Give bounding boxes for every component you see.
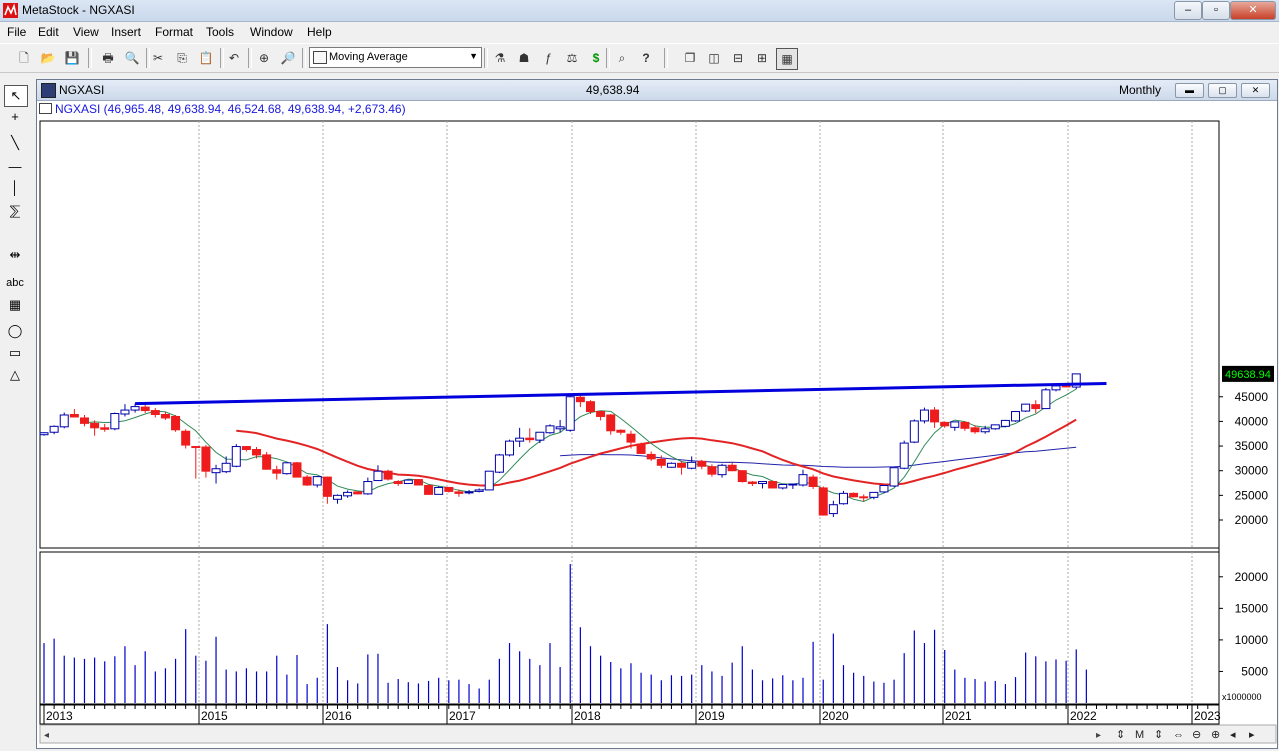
periodicity-label: Monthly	[1119, 83, 1162, 97]
toolbar-separator	[606, 48, 610, 68]
triangle-tool-icon[interactable]: △	[4, 365, 26, 385]
metastock-logo-icon	[3, 3, 18, 18]
tile-horizontal-icon[interactable]: ⊟	[728, 48, 748, 68]
chevron-down-icon: ▼	[469, 51, 478, 61]
pointer-icon[interactable]: ↖	[4, 85, 28, 107]
menu-edit[interactable]: Edit	[38, 25, 59, 39]
minimize-button[interactable]: –	[1174, 1, 1202, 20]
menu-file[interactable]: File	[7, 25, 26, 39]
chart-window: NGXASI 49,638.94 Monthly ▬ ▢ ✕ NGXASI (4…	[36, 79, 1278, 749]
paste-icon[interactable]: 📋	[196, 48, 216, 68]
menu-view[interactable]: View	[73, 25, 99, 39]
crosshair-tool-icon[interactable]: +	[4, 107, 26, 127]
chart-properties-icon[interactable]: ▦	[776, 48, 798, 70]
binoculars-icon[interactable]: ⌕	[612, 48, 632, 68]
main-toolbar: 🗋 📂 💾 🖶 🔍 ✂ ⎘ 📋 ↶ ⊕ 🔎 ⚗ ☗ ƒ ⚖ $ ⌕ ? ❐ ◫ …	[0, 43, 1279, 73]
horizontal-line-icon[interactable]: —	[4, 157, 26, 177]
indicator-dropdown[interactable]: Moving Average ▼	[309, 47, 482, 68]
menu-format[interactable]: Format	[155, 25, 193, 39]
cascade-windows-icon[interactable]: ❐	[680, 48, 700, 68]
drawing-toolbar: ↖ + ╲ — │ ⅀ ⇹ abc ▦ ◯ ▭ △	[0, 79, 31, 751]
menu-window[interactable]: Window	[250, 25, 293, 39]
chart-info-line[interactable]: NGXASI (46,965.48, 49,638.94, 46,524.68,…	[39, 102, 406, 116]
app-titlebar: MetaStock - NGXASI – ▫ ✕	[0, 0, 1279, 22]
chart-window-titlebar: NGXASI 49,638.94 Monthly ▬ ▢ ✕	[37, 80, 1277, 101]
system-tester-icon[interactable]: ⚖	[562, 48, 582, 68]
dollar-icon[interactable]: $	[586, 48, 606, 68]
menu-insert[interactable]: Insert	[111, 25, 141, 39]
cut-icon[interactable]: ✂	[148, 48, 168, 68]
chart-minimize-button[interactable]: ▬	[1175, 83, 1204, 98]
print-preview-icon[interactable]: 🔍	[122, 48, 142, 68]
indicator-dropdown-value: Moving Average	[329, 51, 408, 63]
menu-bar: File Edit View Insert Format Tools Windo…	[0, 22, 1279, 42]
undo-icon[interactable]: ↶	[224, 48, 244, 68]
copy-icon[interactable]: ⎘	[172, 48, 192, 68]
explorer-icon[interactable]: ☗	[514, 48, 534, 68]
indicator-chart-icon	[313, 51, 327, 64]
vertical-line-icon[interactable]: │	[4, 178, 26, 198]
chart-close-button[interactable]: ✕	[1241, 83, 1270, 98]
rectangle-tool-icon[interactable]: ▭	[4, 343, 26, 363]
tile-grid-icon[interactable]: ⊞	[752, 48, 772, 68]
zoom-icon[interactable]: 🔎	[278, 48, 298, 68]
toolbar-separator	[664, 48, 668, 68]
inner-window-icon	[39, 103, 52, 114]
toolbar-separator	[248, 48, 252, 68]
indicator-builder-icon[interactable]: ƒ	[538, 48, 558, 68]
toolbar-separator	[88, 48, 92, 68]
expert-advisor-icon[interactable]: ⚗	[490, 48, 510, 68]
open-folder-icon[interactable]: 📂	[38, 48, 58, 68]
ohlc-readout: NGXASI (46,965.48, 49,638.94, 46,524.68,…	[55, 102, 406, 116]
app-title: MetaStock - NGXASI	[22, 3, 135, 17]
print-icon[interactable]: 🖶	[98, 48, 118, 68]
ellipse-tool-icon[interactable]: ◯	[4, 321, 26, 341]
new-file-icon[interactable]: 🗋	[14, 48, 34, 68]
crosshair-icon[interactable]: ⊕	[254, 48, 274, 68]
maximize-button[interactable]: ▫	[1202, 1, 1230, 20]
chart-symbol: NGXASI	[59, 83, 105, 97]
last-price: 49,638.94	[586, 83, 640, 97]
cycle-lines-icon[interactable]: ⇹	[4, 245, 26, 265]
chart-window-icon	[41, 83, 56, 98]
text-tool-icon[interactable]: abc	[4, 273, 26, 293]
chart-restore-button[interactable]: ▢	[1208, 83, 1237, 98]
close-button[interactable]: ✕	[1230, 1, 1276, 20]
toolbar-separator	[302, 48, 306, 68]
save-icon[interactable]: 💾	[62, 48, 82, 68]
toolbar-separator	[484, 48, 488, 68]
help-pointer-icon[interactable]: ?	[636, 48, 656, 68]
menu-help[interactable]: Help	[307, 25, 332, 39]
grid-tool-icon[interactable]: ▦	[4, 295, 26, 315]
trendline-tool-icon[interactable]: ╲	[4, 133, 26, 153]
tile-vertical-icon[interactable]: ◫	[704, 48, 724, 68]
fibonacci-tool-icon[interactable]: ⅀	[4, 201, 26, 221]
menu-tools[interactable]: Tools	[206, 25, 234, 39]
